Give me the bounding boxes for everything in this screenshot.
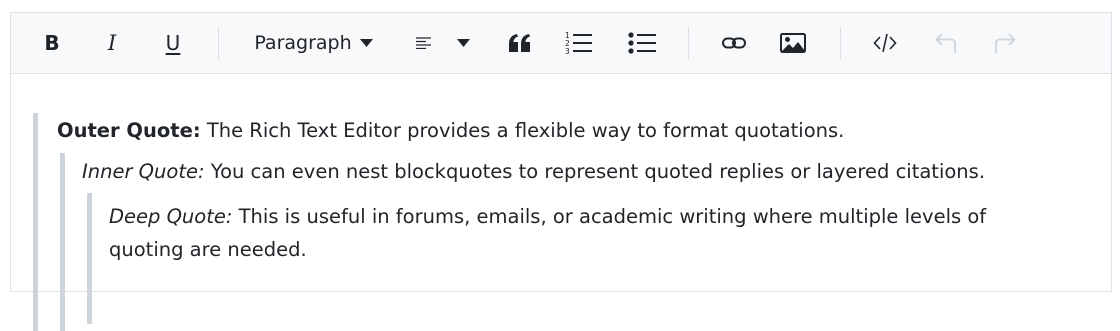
inner-blockquote: Inner Quote: You can even nest blockquot… <box>60 153 1094 331</box>
outer-quote-text: The Rich Text Editor provides a flexible… <box>200 119 845 142</box>
deep-quote-label: Deep Quote: <box>109 205 233 228</box>
unordered-list-icon <box>628 32 656 54</box>
italic-label: I <box>107 31 117 55</box>
insert-image-button[interactable] <box>779 13 807 73</box>
image-icon <box>780 33 806 53</box>
italic-button[interactable]: I <box>97 13 127 73</box>
rich-text-editor: B I U Paragraph 1 2 3 Outer Quote: The R… <box>10 12 1112 331</box>
undo-icon <box>934 32 958 54</box>
toolbar-separator <box>840 27 841 60</box>
align-left-button[interactable] <box>409 13 437 73</box>
undo-button[interactable] <box>933 13 959 73</box>
underline-button[interactable]: U <box>158 13 188 73</box>
outer-quote-label: Outer Quote: <box>57 119 201 142</box>
deep-quote-text: This is useful in forums, emails, or aca… <box>109 205 987 261</box>
underline-label: U <box>165 31 181 55</box>
deep-blockquote: Deep Quote: This is useful in forums, em… <box>87 193 1095 324</box>
outer-blockquote: Outer Quote: The Rich Text Editor provid… <box>33 113 1093 331</box>
deep-quote-line: Deep Quote: This is useful in forums, em… <box>109 200 1054 266</box>
insert-link-button[interactable] <box>721 13 747 73</box>
toolbar: B I U Paragraph 1 2 3 <box>11 13 1111 74</box>
redo-icon <box>993 32 1017 54</box>
align-dropdown-button[interactable] <box>454 13 472 73</box>
bold-button[interactable]: B <box>37 13 67 73</box>
code-view-icon <box>873 33 897 53</box>
ordered-list-button[interactable]: 1 2 3 <box>564 13 594 73</box>
caret-down-icon <box>456 39 470 47</box>
blockquote-icon <box>509 34 531 52</box>
paragraph-format-dropdown[interactable]: Paragraph <box>251 13 376 73</box>
link-icon <box>722 36 746 50</box>
redo-button[interactable] <box>992 13 1018 73</box>
toolbar-separator <box>688 27 689 60</box>
code-view-button[interactable] <box>872 13 898 73</box>
unordered-list-button[interactable] <box>627 13 657 73</box>
svg-text:3: 3 <box>565 47 570 55</box>
inner-quote-label: Inner Quote: <box>82 160 205 183</box>
ordered-list-icon: 1 2 3 <box>565 31 593 55</box>
toolbar-separator <box>218 27 219 60</box>
blockquote-button[interactable] <box>507 13 533 73</box>
align-left-icon <box>415 37 431 49</box>
inner-quote-text: You can even nest blockquotes to represe… <box>204 160 986 183</box>
bold-label: B <box>44 31 60 55</box>
paragraph-format-label: Paragraph <box>254 32 352 54</box>
outer-quote-line: Outer Quote: The Rich Text Editor provid… <box>57 119 1093 143</box>
caret-down-icon <box>359 39 373 47</box>
inner-quote-line: Inner Quote: You can even nest blockquot… <box>82 160 1094 184</box>
